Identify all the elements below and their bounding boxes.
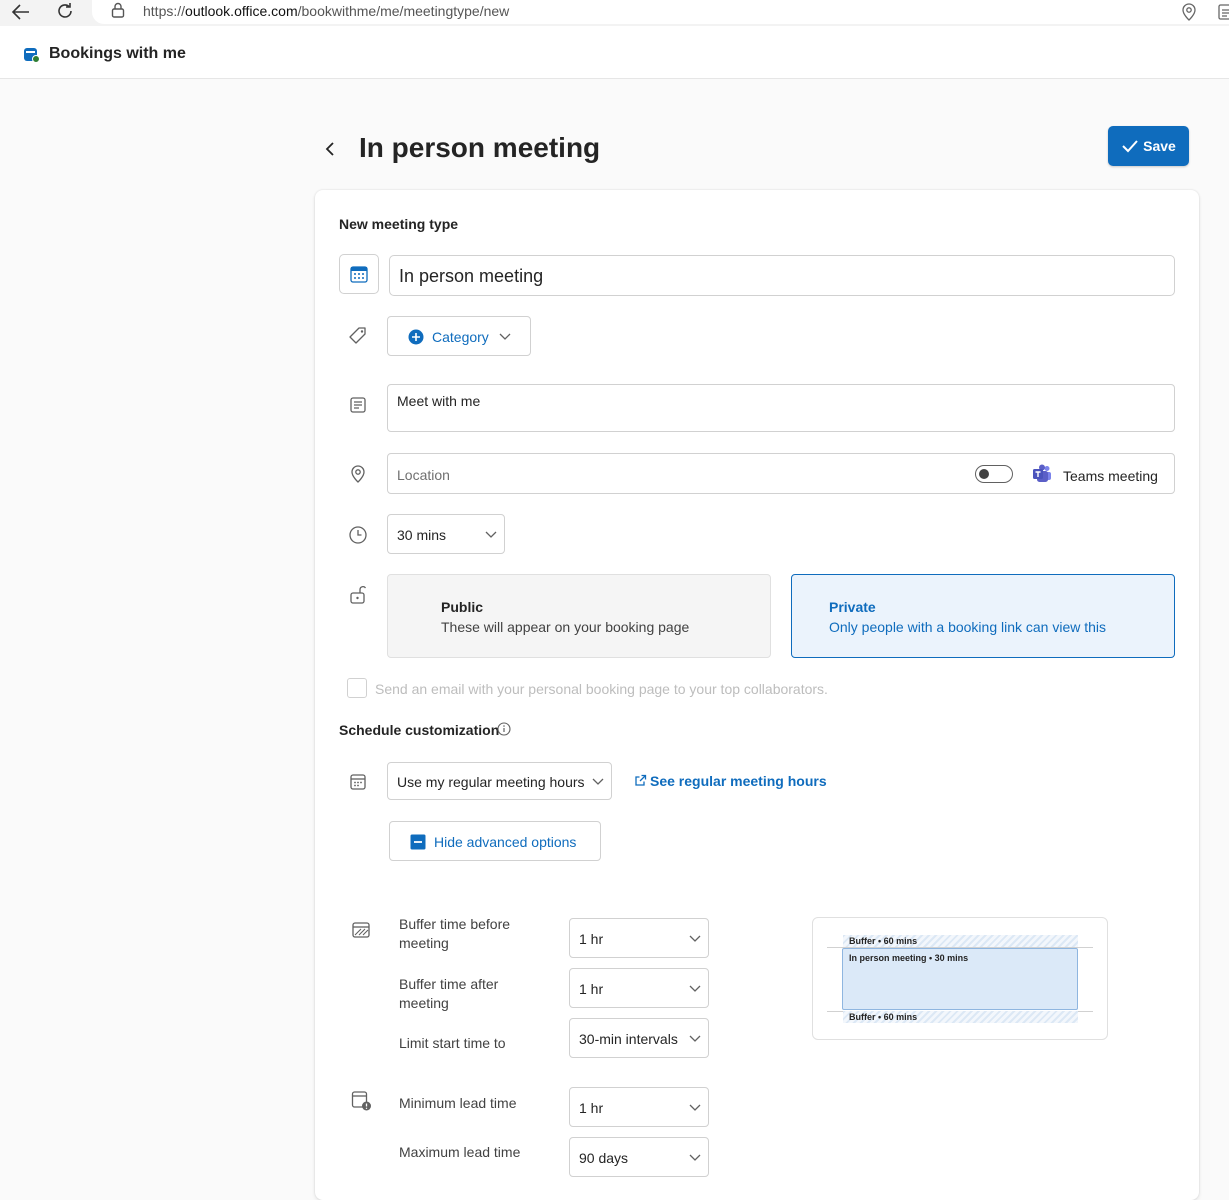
meeting-hours-value: Use my regular meeting hours — [397, 774, 585, 790]
location-input[interactable]: Location — [387, 453, 1175, 494]
app-title: Bookings with me — [49, 45, 186, 62]
min-lead-select[interactable]: 1 hr — [569, 1087, 709, 1127]
preview-buffer-top-label: Buffer • 60 mins — [849, 936, 918, 946]
preview-meeting-label: In person meeting • 30 mins — [849, 953, 969, 963]
meeting-name-input[interactable]: In person meeting — [389, 255, 1175, 296]
limit-start-label: Limit start time to — [399, 1035, 506, 1051]
meeting-name-value: In person meeting — [399, 266, 544, 286]
chevron-down-icon — [689, 1104, 701, 1111]
teams-icon — [1032, 464, 1053, 484]
buffer-after-select[interactable]: 1 hr — [569, 968, 709, 1008]
hide-advanced-label: Hide advanced options — [434, 834, 577, 850]
email-checkbox-label: Send an email with your personal booking… — [375, 681, 828, 697]
unlock-icon — [348, 584, 368, 606]
category-button[interactable]: Category — [387, 316, 531, 356]
save-button[interactable]: Save — [1108, 126, 1189, 166]
bookings-logo-icon — [23, 46, 40, 63]
buffer-before-value: 1 hr — [579, 931, 604, 947]
tag-icon — [348, 326, 368, 346]
open-external-icon — [635, 774, 647, 786]
calendar-color-picker[interactable] — [339, 254, 379, 294]
public-title: Public — [441, 599, 484, 615]
private-option[interactable]: Private Only people with a booking link … — [791, 574, 1175, 658]
chevron-down-icon — [689, 1035, 701, 1042]
calendar-grid-icon — [349, 773, 367, 791]
buffer-before-label: Buffer time before meeting — [399, 916, 511, 951]
location-permission-icon[interactable] — [1181, 3, 1197, 21]
chevron-down-icon — [689, 985, 701, 992]
max-lead-select[interactable]: 90 days — [569, 1137, 709, 1177]
teams-toggle[interactable] — [975, 465, 1013, 483]
private-title: Private — [829, 599, 876, 615]
back-arrow-icon[interactable] — [11, 3, 31, 21]
page-title: In person meeting — [359, 132, 601, 163]
description-value: Meet with me — [397, 393, 481, 409]
toggle-knob — [979, 469, 989, 479]
collapse-square-icon — [410, 834, 426, 850]
public-description: These will appear on your booking page — [441, 619, 690, 635]
add-circle-icon — [408, 329, 424, 345]
private-description: Only people with a booking link can view… — [829, 619, 1107, 635]
buffer-icon — [352, 922, 370, 938]
clock-icon — [348, 525, 368, 545]
lock-icon — [111, 2, 125, 19]
back-chevron-icon[interactable] — [323, 140, 337, 158]
buffer-preview: Buffer • 60 mins In person meeting • 30 … — [812, 917, 1108, 1040]
min-lead-label: Minimum lead time — [399, 1095, 517, 1111]
duration-select[interactable]: 30 mins — [387, 514, 505, 554]
email-checkbox[interactable] — [347, 678, 367, 698]
section-title: New meeting type — [339, 216, 459, 232]
chevron-down-icon — [499, 333, 511, 340]
max-lead-value: 90 days — [579, 1150, 629, 1166]
limit-start-value: 30-min intervals — [579, 1031, 678, 1047]
teams-meeting-label: Teams meeting — [1063, 468, 1158, 484]
description-input[interactable]: Meet with me — [387, 384, 1175, 432]
chevron-down-icon — [689, 935, 701, 942]
schedule-title: Schedule customization — [339, 722, 500, 738]
preview-buffer-bottom-label: Buffer • 60 mins — [849, 1012, 918, 1022]
min-lead-value: 1 hr — [579, 1100, 604, 1116]
hide-advanced-options-button[interactable]: Hide advanced options — [389, 821, 601, 861]
info-icon[interactable] — [497, 722, 511, 736]
reader-view-icon[interactable] — [1218, 3, 1229, 21]
lead-time-icon — [351, 1090, 373, 1112]
buffer-before-select[interactable]: 1 hr — [569, 918, 709, 958]
chevron-down-icon — [485, 531, 497, 538]
see-regular-hours-label: See regular meeting hours — [650, 773, 827, 789]
duration-value: 30 mins — [397, 527, 447, 543]
max-lead-label: Maximum lead time — [399, 1144, 521, 1160]
location-icon — [349, 464, 367, 484]
public-option[interactable]: Public These will appear on your booking… — [387, 574, 771, 658]
reload-icon[interactable] — [56, 2, 74, 20]
see-regular-hours-link[interactable]: See regular meeting hours — [634, 773, 827, 791]
buffer-after-label: Buffer time after meeting — [399, 976, 499, 1011]
limit-start-select[interactable]: 30-min intervals — [569, 1018, 709, 1058]
buffer-after-value: 1 hr — [579, 981, 604, 997]
chevron-down-icon — [689, 1154, 701, 1161]
calendar-icon — [350, 266, 368, 283]
location-placeholder: Location — [397, 467, 450, 483]
save-label: Save — [1143, 138, 1176, 154]
url-text[interactable]: https://outlook.office.com/bookwithme/me… — [143, 3, 509, 19]
category-label: Category — [432, 329, 489, 345]
chevron-down-icon — [592, 778, 604, 785]
checkmark-icon — [1122, 140, 1138, 153]
meeting-hours-select[interactable]: Use my regular meeting hours — [387, 762, 612, 800]
notes-icon — [349, 396, 367, 414]
